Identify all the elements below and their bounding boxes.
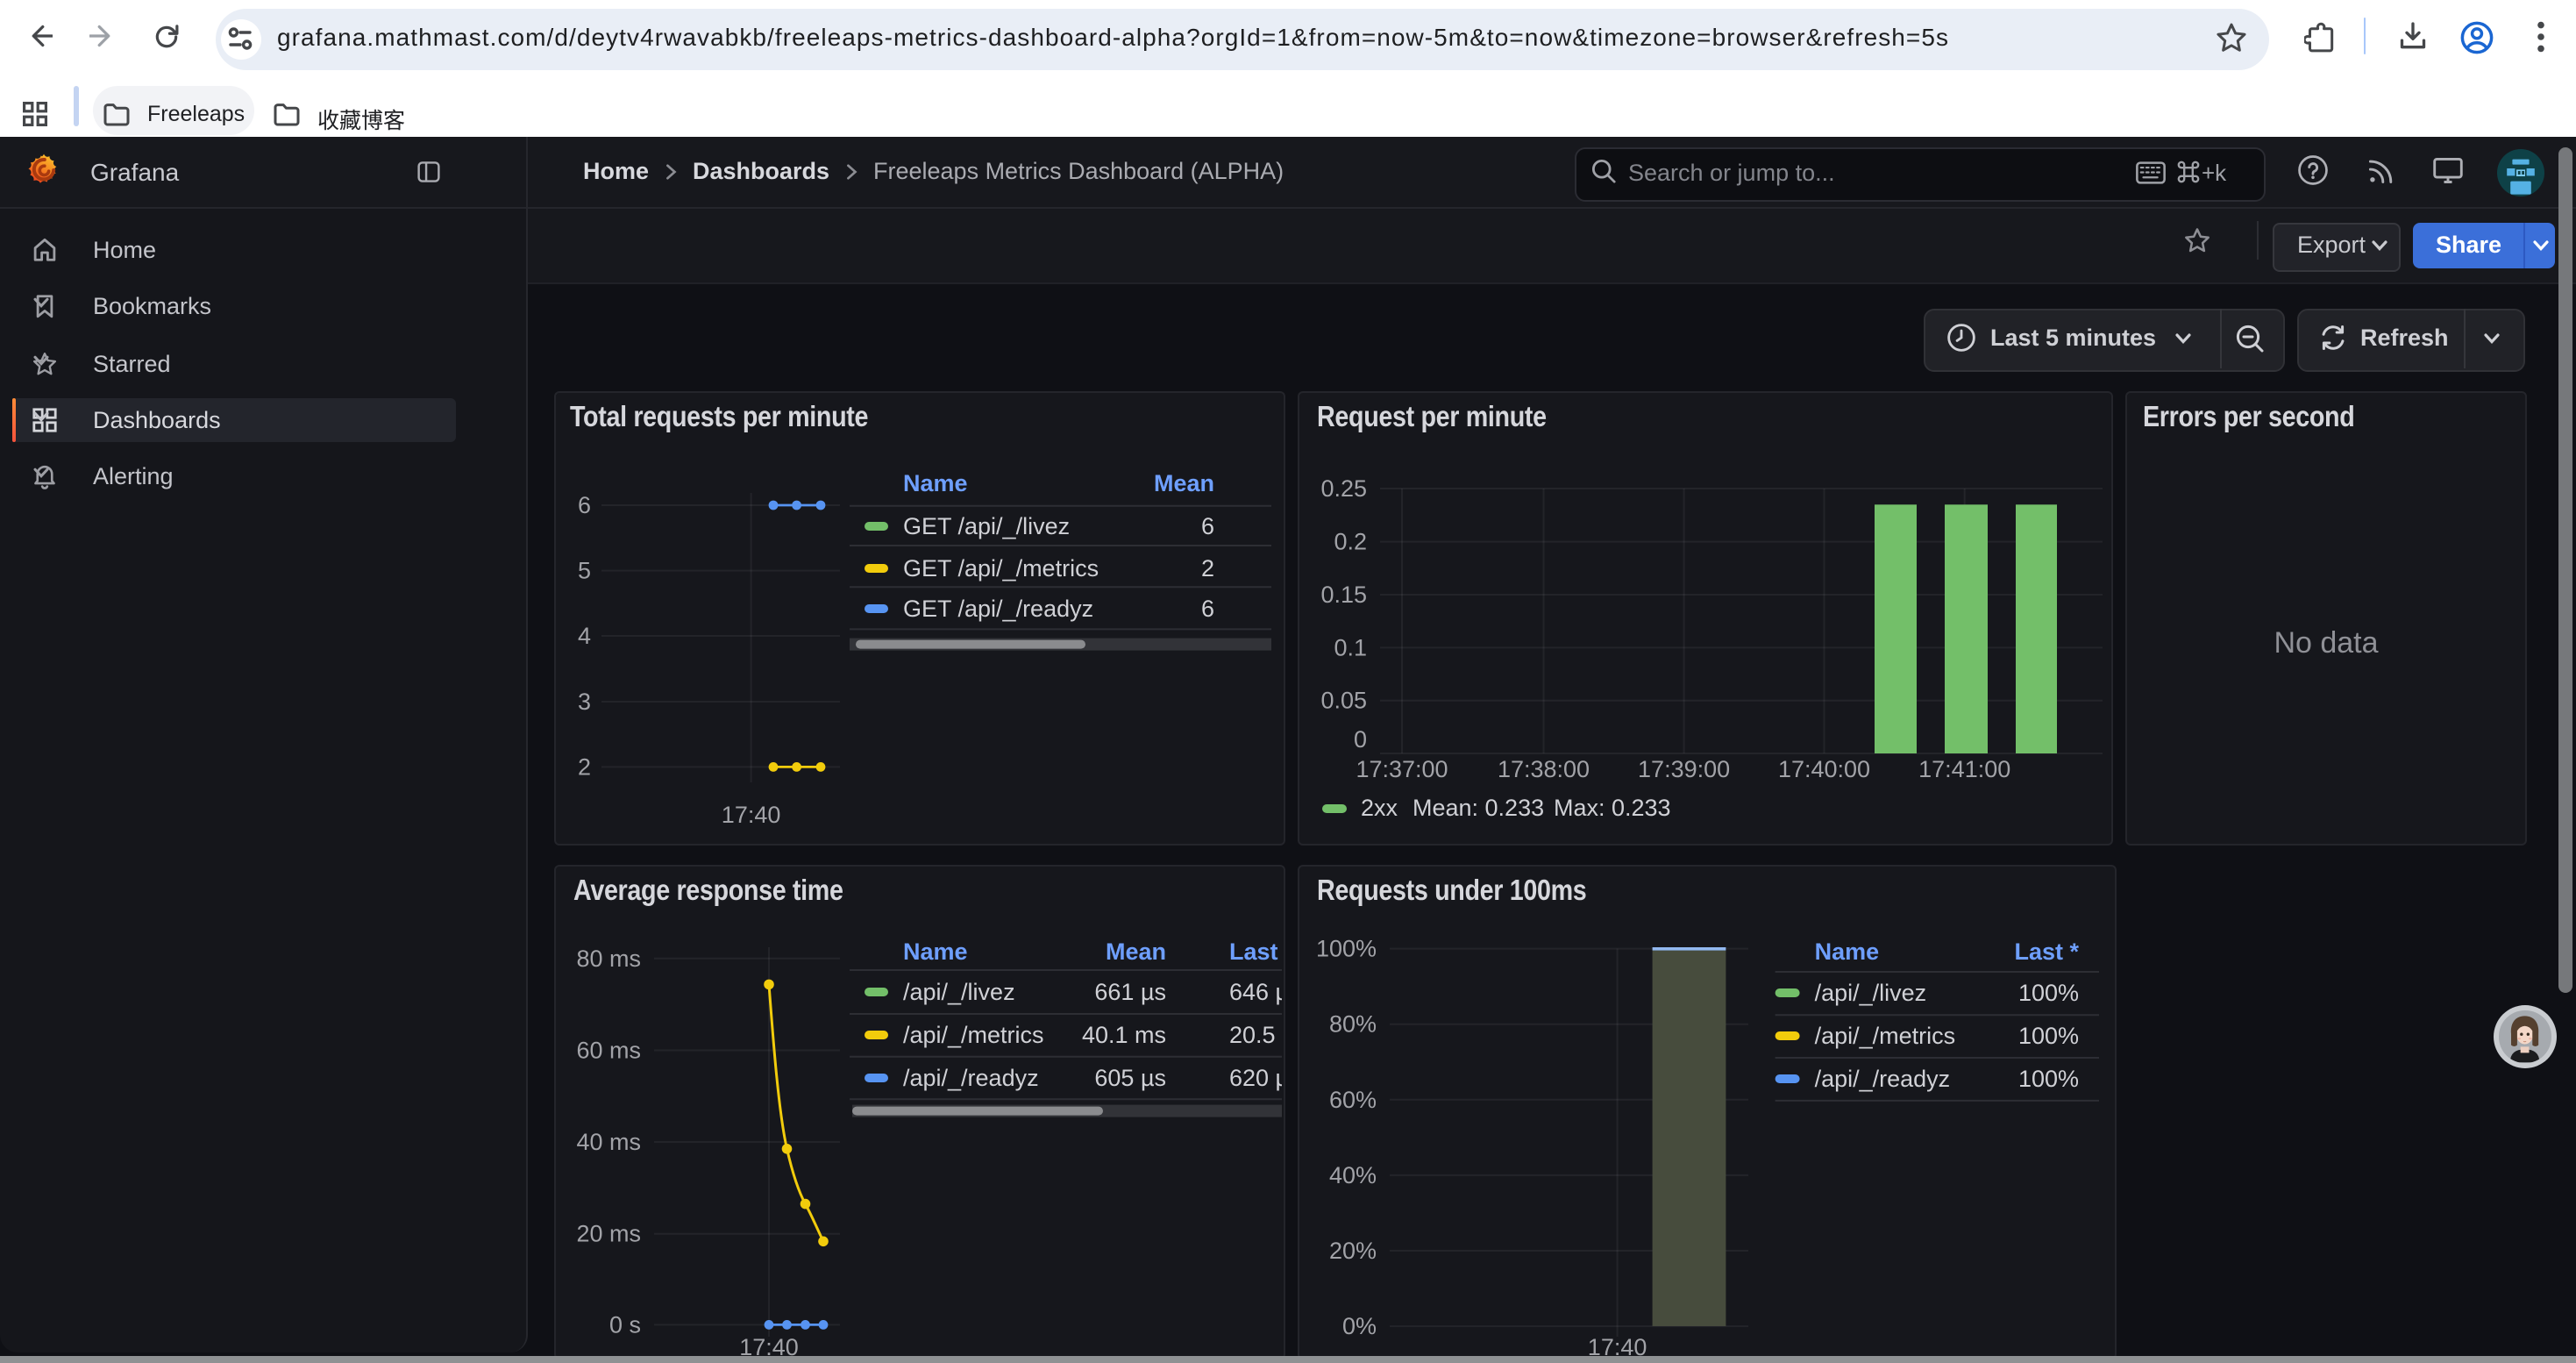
svg-text:/api/_/livez: /api/_/livez [903,979,1015,1005]
svg-text:605 µs: 605 µs [1094,1065,1166,1091]
svg-text:0 s: 0 s [609,1311,641,1338]
svg-text:17:39:00: 17:39:00 [1638,756,1730,782]
svg-text:0%: 0% [1342,1313,1377,1339]
svg-text:60%: 60% [1329,1087,1377,1113]
svg-text:0.2: 0.2 [1334,529,1367,555]
svg-text:661 µs: 661 µs [1094,979,1166,1005]
svg-text:2xx: 2xx [1361,795,1398,821]
svg-text:100%: 100% [2018,1066,2079,1092]
svg-text:2: 2 [578,753,591,780]
svg-text:0.15: 0.15 [1320,582,1367,608]
svg-text:6: 6 [1201,596,1214,622]
svg-text:/api/_/readyz: /api/_/readyz [903,1065,1039,1091]
svg-text:Name: Name [1815,938,1880,965]
svg-text:GET /api/_/metrics: GET /api/_/metrics [903,555,1099,582]
svg-text:2: 2 [1201,555,1214,582]
svg-text:0.25: 0.25 [1320,475,1367,502]
svg-text:80 ms: 80 ms [576,946,641,972]
svg-text:6: 6 [578,492,591,518]
svg-text:40 ms: 40 ms [576,1129,641,1155]
svg-text:20%: 20% [1329,1238,1377,1264]
svg-text:17:41:00: 17:41:00 [1918,756,2010,782]
svg-text:100%: 100% [2018,1023,2079,1049]
svg-text:5: 5 [578,558,591,584]
svg-text:40%: 40% [1329,1162,1377,1188]
svg-text:17:40: 17:40 [1588,1334,1647,1358]
svg-text:620 µs: 620 µs [1229,1065,1282,1091]
svg-text:0.05: 0.05 [1320,688,1367,714]
svg-text:17:40: 17:40 [739,1334,799,1358]
svg-text:Name: Name [903,938,968,965]
svg-text:0.1: 0.1 [1334,634,1367,660]
svg-text:Mean: Mean [1106,938,1166,965]
svg-text:17:40: 17:40 [722,802,781,828]
svg-text:100%: 100% [1316,936,1377,962]
svg-text:100%: 100% [2018,980,2079,1006]
svg-text:3: 3 [578,689,591,715]
svg-text:40.1 ms: 40.1 ms [1082,1022,1166,1048]
svg-text:20.5 ms: 20.5 ms [1229,1022,1282,1048]
svg-text:/api/_/readyz: /api/_/readyz [1815,1066,1951,1092]
svg-text:/api/_/metrics: /api/_/metrics [1815,1023,1956,1049]
svg-text:Mean: Mean [1154,470,1214,496]
svg-text:60 ms: 60 ms [576,1038,641,1064]
svg-text:0: 0 [1354,726,1367,753]
svg-text:GET /api/_/readyz: GET /api/_/readyz [903,596,1093,622]
svg-text:17:40:00: 17:40:00 [1778,756,1870,782]
svg-text:/api/_/livez: /api/_/livez [1815,980,1927,1006]
svg-text:Last *: Last * [1229,938,1282,965]
svg-text:80%: 80% [1329,1011,1377,1038]
svg-text:Mean: 0.233: Mean: 0.233 [1413,795,1544,821]
svg-text:646 µs: 646 µs [1229,979,1282,1005]
svg-text:Last *: Last * [2014,938,2079,965]
svg-text:4: 4 [578,623,591,649]
svg-text:Name: Name [903,470,968,496]
svg-text:/api/_/metrics: /api/_/metrics [903,1022,1044,1048]
svg-text:6: 6 [1201,513,1214,539]
svg-text:GET /api/_/livez: GET /api/_/livez [903,513,1070,539]
svg-text:17:37:00: 17:37:00 [1356,756,1448,782]
svg-text:20 ms: 20 ms [576,1221,641,1247]
svg-text:Max: 0.233: Max: 0.233 [1554,795,1671,821]
svg-text:17:38:00: 17:38:00 [1498,756,1590,782]
